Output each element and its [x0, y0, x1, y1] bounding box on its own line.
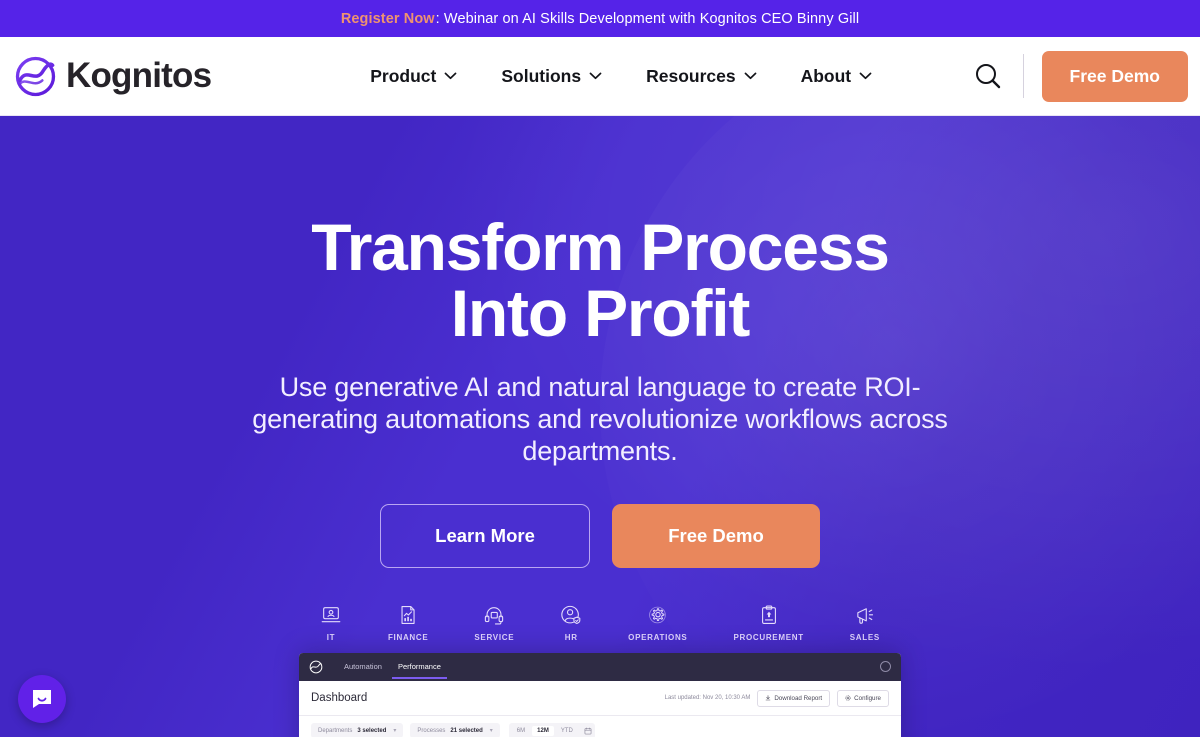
chevron-down-icon: ▾	[393, 728, 397, 735]
range-12m[interactable]: 12M	[532, 725, 554, 736]
dashboard-header-actions: Last updated: Nov 20, 10:30 AM Download …	[664, 689, 889, 707]
header-divider	[1022, 54, 1024, 98]
hero-section: Transform Process Into Profit Use genera…	[0, 116, 1200, 737]
hero-cta-group: Learn More Free Demo	[0, 503, 1200, 568]
department-label: FINANCE	[387, 632, 429, 642]
chat-bubble-icon	[33, 690, 51, 708]
clipboard-icon	[761, 605, 776, 624]
departments-filter-value: 3 selected	[357, 727, 387, 734]
search-icon	[975, 64, 1000, 89]
dashboard-topbar: Automation Performance	[299, 652, 901, 681]
banner-text: : Webinar on AI Skills Development with …	[435, 10, 860, 27]
kognitos-logo-icon	[15, 56, 56, 96]
logo-link[interactable]: Kognitos	[14, 55, 212, 98]
dashboard-header: Dashboard Last updated: Nov 20, 10:30 AM…	[299, 681, 901, 716]
department-sales[interactable]: SALES	[850, 604, 880, 642]
calendar-icon[interactable]	[584, 727, 592, 735]
chevron-down-icon	[444, 72, 457, 80]
nav-item-product[interactable]: Product	[348, 56, 479, 97]
department-label: SALES	[849, 632, 880, 642]
date-range-segmented-control: 6M 12M YTD	[508, 722, 595, 737]
processes-filter-label: Processes	[417, 727, 446, 734]
range-6m[interactable]: 6M	[512, 726, 530, 736]
kognitos-mark-icon	[309, 660, 323, 673]
department-operations[interactable]: OPERATIONS	[628, 604, 687, 642]
chevron-down-icon	[744, 72, 757, 80]
nav-item-about[interactable]: About	[779, 56, 895, 97]
dashboard-title: Dashboard	[311, 692, 368, 705]
megaphone-icon	[857, 607, 873, 624]
hero-content: Transform Process Into Profit Use genera…	[0, 116, 1200, 737]
dashboard-tab-performance[interactable]: Performance	[390, 655, 449, 679]
last-updated-text: Last updated: Nov 20, 10:30 AM	[664, 695, 751, 702]
department-label: IT	[326, 632, 336, 642]
brand-name: Kognitos	[66, 56, 212, 95]
download-icon	[766, 695, 771, 701]
headset-icon	[485, 606, 504, 625]
chevron-down-icon: ▾	[489, 728, 493, 735]
departments-filter-label: Departments	[318, 727, 353, 734]
department-hr[interactable]: HR	[560, 604, 582, 642]
department-label: PROCUREMENT	[733, 632, 804, 642]
chevron-down-icon	[589, 72, 602, 80]
department-icon-strip: IT FINANCE SERVICE HR OPERATIONS PROCURE…	[320, 604, 880, 642]
department-it[interactable]: IT	[320, 604, 342, 642]
dashboard-tab-automation[interactable]: Automation	[336, 655, 390, 679]
chat-launcher-button[interactable]	[18, 675, 66, 723]
nav-item-resources[interactable]: Resources	[624, 56, 779, 97]
dashboard-preview: Automation Performance Dashboard Last up…	[299, 652, 901, 737]
configure-button[interactable]: Configure	[837, 689, 889, 707]
processes-filter[interactable]: Processes 21 selected ▾	[410, 723, 500, 737]
department-label: OPERATIONS	[628, 632, 688, 642]
free-demo-button-header[interactable]: Free Demo	[1041, 50, 1188, 102]
user-shield-icon	[561, 605, 581, 624]
site-header: Kognitos Product Solutions Resources Abo…	[0, 37, 1200, 116]
nav-label: Solutions	[501, 65, 582, 86]
gear-icon	[845, 695, 851, 701]
avatar[interactable]	[880, 661, 891, 673]
department-procurement[interactable]: PROCUREMENT	[733, 604, 803, 642]
announcement-banner[interactable]: Register Now: Webinar on AI Skills Devel…	[0, 0, 1200, 37]
nav-label: Resources	[646, 65, 736, 86]
departments-filter[interactable]: Departments 3 selected ▾	[311, 723, 404, 737]
department-finance[interactable]: FINANCE	[388, 604, 428, 642]
banner-cta-label[interactable]: Register Now	[341, 11, 435, 27]
chevron-down-icon	[859, 72, 872, 80]
header-actions: Free Demo	[965, 50, 1188, 102]
main-navigation: Product Solutions Resources About	[348, 56, 894, 97]
gear-icon	[648, 606, 666, 623]
department-label: HR	[564, 632, 578, 642]
nav-label: Product	[370, 65, 437, 86]
dashboard-filter-bar: Departments 3 selected ▾ Processes 21 se…	[299, 716, 901, 737]
nav-label: About	[800, 65, 852, 86]
processes-filter-value: 21 selected	[450, 727, 483, 734]
configure-label: Configure	[854, 694, 881, 702]
download-report-button[interactable]: Download Report	[757, 689, 831, 707]
download-report-label: Download Report	[774, 694, 823, 702]
department-service[interactable]: SERVICE	[474, 604, 514, 642]
document-chart-icon	[401, 605, 415, 624]
page-title: Transform Process Into Profit	[311, 210, 890, 350]
department-label: SERVICE	[474, 632, 515, 642]
hero-subtitle: Use generative AI and natural language t…	[252, 372, 948, 466]
nav-item-solutions[interactable]: Solutions	[479, 56, 624, 97]
free-demo-button-hero[interactable]: Free Demo	[612, 503, 820, 568]
laptop-user-icon	[321, 606, 341, 622]
range-ytd[interactable]: YTD	[556, 726, 578, 736]
search-button[interactable]	[965, 53, 1011, 99]
learn-more-button[interactable]: Learn More	[380, 503, 590, 568]
